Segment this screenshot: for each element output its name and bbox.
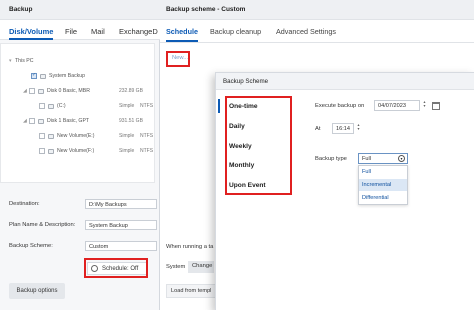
disk-icon — [38, 88, 44, 94]
destination-field[interactable]: D:\My Backups — [85, 199, 157, 209]
tree-item-this-pc[interactable]: ▾ This PC — [9, 56, 33, 66]
backup-tabs: Disk/Volume File Mail ExchangeD — [0, 20, 160, 40]
e-drive-type: Simple — [119, 133, 135, 139]
backup-type-dropdown: Full Incremental Differential — [358, 165, 408, 205]
system-backup-icon — [40, 73, 46, 79]
tree-item-c-drive[interactable]: (C:) — [39, 101, 66, 111]
e-drive-fs: NTFS — [140, 133, 154, 139]
schedule-highlight-box — [84, 258, 148, 278]
backup-type-select[interactable]: Full ▾ — [358, 153, 408, 164]
e-drive-checkbox[interactable] — [39, 133, 45, 139]
backup-scheme-label: Backup Scheme: — [9, 243, 53, 249]
tab-divider — [160, 42, 474, 43]
c-drive-type: Simple — [119, 103, 135, 109]
option-full[interactable]: Full — [359, 166, 407, 178]
backup-type-label: Backup type — [315, 156, 347, 162]
tree-item-f-drive[interactable]: New Volume(F:) — [39, 146, 94, 156]
plan-name-label: Plan Name & Description: — [9, 222, 76, 228]
date-spinner[interactable]: ▲ ▼ — [422, 100, 427, 108]
running-task-text: When running a ta — [166, 244, 214, 250]
active-tab-indicator — [9, 38, 53, 40]
calendar-icon[interactable] — [432, 102, 440, 110]
panel-header: Backup Scheme — [216, 73, 474, 90]
backup-window-title: Backup — [9, 6, 33, 13]
plan-name-field[interactable]: System Backup — [85, 220, 157, 230]
tree-item-e-drive[interactable]: New Volume(E:) — [39, 131, 94, 141]
backup-scheme-panel: Backup Scheme One-time Daily Weekly Mont… — [215, 72, 474, 310]
disk1-size: 931.51 GB — [119, 118, 143, 124]
frequency-highlight-box — [225, 96, 292, 195]
f-drive-type: Simple — [119, 148, 135, 154]
disk0-checkbox[interactable] — [29, 88, 35, 94]
tab-exchange[interactable]: ExchangeD — [119, 27, 158, 36]
disk-icon — [38, 118, 44, 124]
volume-icon — [48, 148, 54, 154]
selected-frequency-marker — [218, 99, 220, 113]
at-label: At — [315, 126, 321, 132]
change-button[interactable]: Change — [188, 261, 214, 273]
c-drive-checkbox[interactable] — [39, 103, 45, 109]
backup-window: Backup Disk/Volume File Mail ExchangeD ▾… — [0, 0, 160, 310]
backup-type-value: Full — [362, 156, 372, 162]
volume-icon — [48, 133, 54, 139]
f-drive-checkbox[interactable] — [39, 148, 45, 154]
c-drive-fs: NTFS — [140, 103, 154, 109]
scheme-window-title: Backup scheme - Custom — [166, 6, 246, 13]
f-drive-fs: NTFS — [140, 148, 154, 154]
system-backup-checkbox[interactable] — [31, 72, 37, 79]
option-incremental[interactable]: Incremental — [359, 179, 407, 191]
option-differential[interactable]: Differential — [359, 192, 407, 204]
tab-mail[interactable]: Mail — [91, 27, 105, 36]
backup-scheme-field[interactable]: Custom — [85, 241, 157, 251]
date-input[interactable]: 04/07/2023 — [374, 100, 420, 111]
tree-item-disk1[interactable]: ◢ Disk 1 Basic, GPT — [23, 116, 89, 126]
tree-item-system-backup[interactable]: System Backup — [31, 71, 85, 81]
chevron-down-icon[interactable]: ▾ — [398, 155, 405, 162]
destination-label: Destination: — [9, 201, 40, 207]
scheme-window-titlebar: Backup scheme - Custom — [160, 0, 474, 20]
backup-options-button[interactable]: Backup options — [9, 283, 65, 299]
tab-disk-volume[interactable]: Disk/Volume — [9, 27, 53, 36]
backup-window-titlebar: Backup — [0, 0, 160, 20]
tree-item-disk0[interactable]: ◢ Disk 0 Basic, MBR — [23, 86, 90, 96]
new-highlight-box — [166, 51, 190, 67]
disk0-size: 232.89 GB — [119, 88, 143, 94]
tab-schedule[interactable]: Schedule — [166, 27, 198, 36]
time-input[interactable]: 16:14 — [332, 123, 354, 134]
time-spinner[interactable]: ▲ ▼ — [356, 123, 361, 131]
tab-backup-cleanup[interactable]: Backup cleanup — [210, 27, 261, 36]
tab-advanced-settings[interactable]: Advanced Settings — [276, 27, 336, 36]
disk1-checkbox[interactable] — [29, 118, 35, 124]
tab-file[interactable]: File — [65, 27, 77, 36]
execute-backup-label: Execute backup on — [315, 103, 365, 109]
system-label: System — [166, 264, 186, 270]
volume-icon — [48, 103, 54, 109]
disk-volume-tree: ▾ This PC System Backup ◢ Disk 0 Basic, … — [0, 43, 155, 183]
load-from-template-button[interactable]: Load from templ — [166, 284, 216, 298]
panel-title: Backup Scheme — [223, 78, 269, 85]
